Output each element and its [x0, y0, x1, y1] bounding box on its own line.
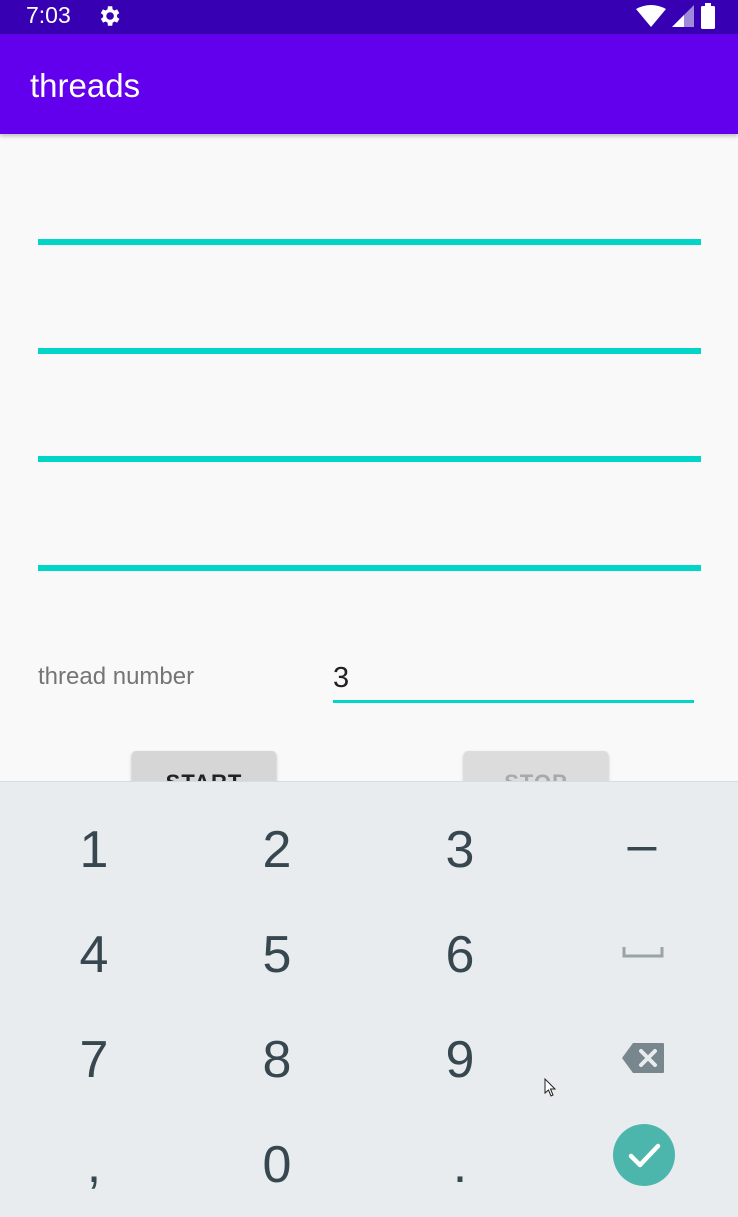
key-7[interactable]: 7: [34, 1015, 154, 1105]
key-2[interactable]: 2: [217, 805, 337, 895]
key-dash[interactable]: –: [582, 800, 702, 890]
cell-signal-icon: [672, 5, 694, 27]
key-9[interactable]: 9: [400, 1015, 520, 1105]
wifi-icon: [636, 5, 666, 27]
thread-progress-bar-4: [38, 565, 701, 571]
thread-progress-bar-1: [38, 239, 701, 245]
key-6[interactable]: 6: [400, 910, 520, 1000]
settings-gear-icon: [100, 6, 120, 26]
app-bar: threads: [0, 34, 738, 134]
battery-icon: [701, 3, 715, 29]
thread-number-label: thread number: [38, 663, 195, 690]
mouse-cursor-icon: [544, 1078, 557, 1097]
key-4[interactable]: 4: [34, 910, 154, 1000]
backspace-icon[interactable]: [621, 1042, 665, 1074]
key-8[interactable]: 8: [217, 1015, 337, 1105]
space-key-icon[interactable]: [622, 945, 664, 959]
done-check-icon[interactable]: [612, 1123, 676, 1187]
app-title: threads: [30, 67, 141, 104]
key-comma[interactable]: ,: [34, 1120, 154, 1210]
key-0[interactable]: 0: [217, 1120, 337, 1210]
status-icons: [636, 2, 716, 30]
key-3[interactable]: 3: [400, 805, 520, 895]
key-5[interactable]: 5: [217, 910, 337, 1000]
status-bar: 7:03: [0, 0, 738, 34]
thread-progress-bar-2: [38, 348, 701, 354]
thread-progress-bar-3: [38, 456, 701, 462]
key-period[interactable]: .: [400, 1120, 520, 1210]
thread-number-input[interactable]: [333, 656, 694, 703]
key-1[interactable]: 1: [34, 805, 154, 895]
status-time: 7:03: [26, 2, 71, 28]
numeric-keyboard: 1 2 3 – 4 5 6 7 8 9 , 0 .: [0, 781, 738, 1217]
